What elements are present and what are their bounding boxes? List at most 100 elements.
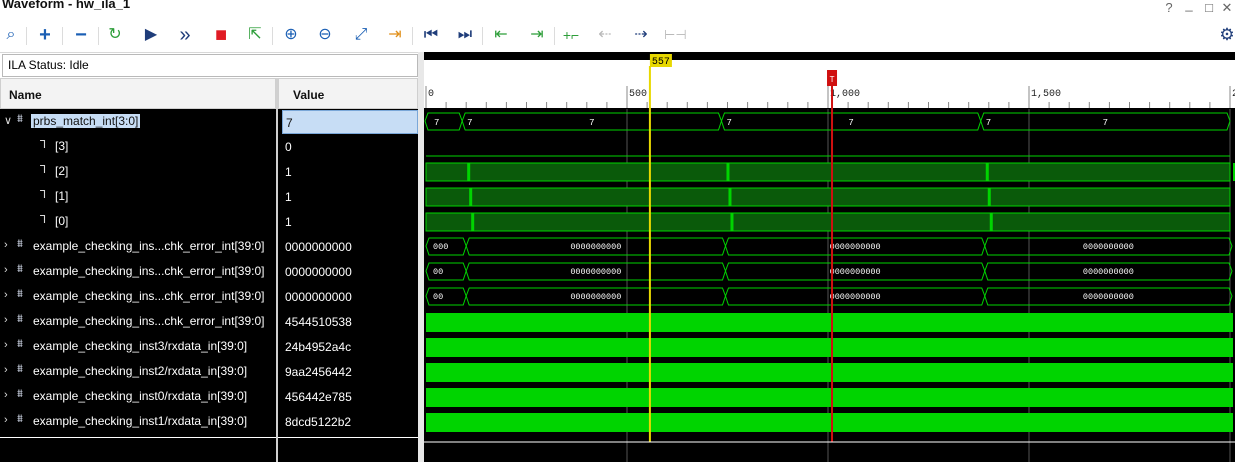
bus-signal-icon: ⩩ <box>17 288 23 300</box>
signal-row-name[interactable]: ⅂ [3] <box>0 134 276 159</box>
signal-name-label: [0] <box>55 214 69 228</box>
signal-row-name[interactable]: › ⩩ example_checking_ins...chk_error_int[3… <box>0 309 276 334</box>
dense-bus-wave <box>426 388 1233 407</box>
bus-value-label: 0000000000 <box>570 242 621 252</box>
chevron-right-icon[interactable]: › <box>4 414 8 426</box>
previous-transition-icon[interactable]: ⇤ <box>490 24 512 46</box>
go-to-cursor-icon[interactable]: ⇥ <box>384 24 406 46</box>
bus-value-label: 00 <box>433 292 443 302</box>
signal-row-name[interactable]: › ⩩ example_checking_ins...chk_error_int[3… <box>0 259 276 284</box>
bus-value-label: 7 <box>434 118 439 128</box>
signal-value[interactable]: 0000000000 <box>282 260 418 284</box>
run-trigger-icon[interactable]: ▶ <box>140 24 162 46</box>
bus-signal-icon: ⩩ <box>17 363 23 375</box>
bus-value-label: 000 <box>433 242 448 252</box>
bus-value-label: 7 <box>726 118 731 128</box>
previous-marker-icon[interactable]: ⇠ <box>594 24 616 46</box>
bus-value-label: 0000000000 <box>1083 292 1134 302</box>
add-marker-icon[interactable]: +⌐ <box>560 24 582 46</box>
signal-value[interactable]: 0 <box>282 135 418 159</box>
signal-value[interactable]: 7 <box>282 110 418 134</box>
ruler-tick-label: 1,500 <box>1031 89 1061 100</box>
bit-signal-icon: ⅂ <box>40 164 47 176</box>
signal-value[interactable]: 4544510538 <box>282 310 418 334</box>
signal-row-name[interactable]: › ⩩ example_checking_ins...chk_error_int[3… <box>0 284 276 309</box>
signal-value[interactable]: 8dcd5122b2 <box>282 410 418 434</box>
run-trigger-all-icon[interactable]: » <box>174 24 196 46</box>
zoom-out-icon[interactable]: ⊖ <box>314 24 336 46</box>
bus-value-label: 7 <box>986 118 991 128</box>
signal-value[interactable]: 9aa2456442 <box>282 360 418 384</box>
zoom-fit-icon[interactable]: ⤢ <box>350 24 372 46</box>
bus-value-label: 0000000000 <box>1083 267 1134 277</box>
maximize-icon[interactable]: □ <box>1201 0 1217 15</box>
bus-signal-icon: ⩩ <box>17 413 23 425</box>
swap-cursors-icon[interactable]: ⊢⊣ <box>664 24 687 46</box>
bus-value-label: 0000000000 <box>830 292 881 302</box>
stop-icon[interactable]: ■ <box>210 24 232 46</box>
help-icon[interactable]: ? <box>1161 0 1177 15</box>
signal-row-name[interactable]: › ⩩ example_checking_inst1/rxdata_in[39:0] <box>0 409 276 434</box>
signal-value[interactable]: 1 <box>282 160 418 184</box>
value-column-header[interactable]: Value <box>278 78 418 109</box>
signal-name-label: example_checking_inst1/rxdata_in[39:0] <box>33 414 248 428</box>
bus-signal-icon: ⩩ <box>17 388 23 400</box>
go-to-start-icon[interactable]: ⏮ <box>420 24 442 46</box>
signal-value[interactable]: 0000000000 <box>282 285 418 309</box>
bit-wave-high <box>425 187 1231 207</box>
chevron-right-icon[interactable]: › <box>4 289 8 301</box>
chevron-right-icon[interactable]: › <box>4 314 8 326</box>
export-icon[interactable]: ⇱ <box>244 24 266 46</box>
bit-transition <box>730 213 734 231</box>
signal-name-label: prbs_match_int[3:0] <box>31 114 141 128</box>
chevron-right-icon[interactable]: › <box>4 364 8 376</box>
ruler-tick-label: 1,000 <box>830 89 860 100</box>
chevron-right-icon[interactable]: › <box>4 239 8 251</box>
signal-value[interactable]: 24b4952a4c <box>282 335 418 359</box>
signal-value[interactable]: 1 <box>282 210 418 234</box>
bit-wave-high <box>425 212 1231 232</box>
ruler-tick-label: 0 <box>428 89 434 100</box>
name-column-header[interactable]: Name <box>0 78 276 109</box>
gear-icon[interactable]: ⚙ <box>1216 24 1235 46</box>
minimize-icon[interactable]: _ <box>1181 0 1197 12</box>
add-icon[interactable]: + <box>34 24 56 46</box>
ila-status-text: ILA Status: Idle <box>8 58 89 72</box>
trigger-label: T <box>830 75 835 84</box>
remove-icon[interactable]: − <box>70 24 92 46</box>
signal-row-name[interactable]: ⅂ [2] <box>0 159 276 184</box>
signal-row-name[interactable]: › ⩩ example_checking_inst2/rxdata_in[39:0] <box>0 359 276 384</box>
close-icon[interactable]: ✕ <box>1219 0 1235 16</box>
signal-row-name[interactable]: ⅂ [1] <box>0 184 276 209</box>
bus-value-label: 7 <box>1103 118 1108 128</box>
bit-transition <box>728 188 732 206</box>
chevron-down-icon[interactable]: ∨ <box>4 114 12 127</box>
signal-value[interactable]: 456442e785 <box>282 385 418 409</box>
waveform-canvas[interactable]: 05001,0001,5002,077777770000000000000000… <box>424 52 1235 462</box>
signal-value[interactable]: 0000000000 <box>282 235 418 259</box>
bus-value-label: 0000000000 <box>570 292 621 302</box>
chevron-right-icon[interactable]: › <box>4 339 8 351</box>
signal-row-name[interactable]: ∨ ⩩ prbs_match_int[3:0] <box>0 109 276 134</box>
signal-row-name[interactable]: ⅂ [0] <box>0 209 276 234</box>
zoom-in-icon[interactable]: ⊕ <box>280 24 302 46</box>
bus-value-label: 00 <box>433 267 443 277</box>
chevron-right-icon[interactable]: › <box>4 264 8 276</box>
signal-row-name[interactable]: › ⩩ example_checking_inst3/rxdata_in[39:0] <box>0 334 276 359</box>
dense-bus-wave <box>426 313 1233 332</box>
next-marker-icon[interactable]: ⇢ <box>630 24 652 46</box>
go-to-end-icon[interactable]: ⏭ <box>454 24 476 46</box>
signal-name-label: example_checking_inst3/rxdata_in[39:0] <box>33 339 248 353</box>
search-icon[interactable]: ⌕ <box>0 24 22 46</box>
chevron-right-icon[interactable]: › <box>4 389 8 401</box>
title-bar: Waveform - hw_ila_1 ? _ □ ✕ <box>0 0 1235 18</box>
signal-value[interactable]: 1 <box>282 185 418 209</box>
run-trigger-immediate-icon[interactable]: ↻ <box>104 24 126 46</box>
waveform-view[interactable]: 05001,0001,5002,077777770000000000000000… <box>424 52 1235 462</box>
signal-row-name[interactable]: › ⩩ example_checking_ins...chk_error_int[3… <box>0 234 276 259</box>
signal-row-name[interactable]: › ⩩ example_checking_inst0/rxdata_in[39:0] <box>0 384 276 409</box>
bit-transition <box>726 163 730 181</box>
signal-name-label: [2] <box>55 164 69 178</box>
next-transition-icon[interactable]: ⇥ <box>526 24 548 46</box>
bus-value-label: 0000000000 <box>830 242 881 252</box>
